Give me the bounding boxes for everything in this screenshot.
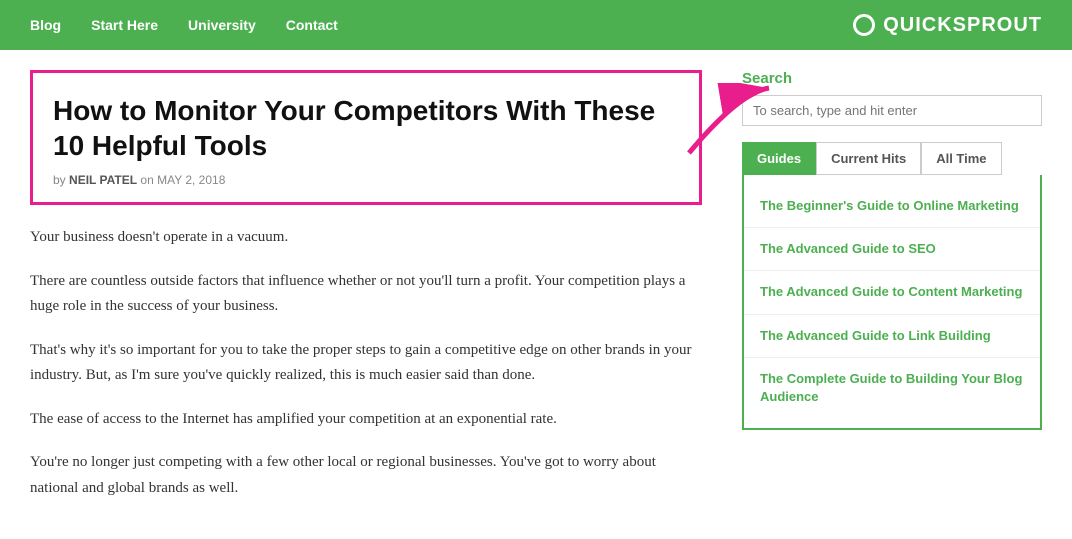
nav-contact[interactable]: Contact: [286, 17, 338, 33]
guide-item-2: The Advanced Guide to SEO: [744, 228, 1040, 271]
guide-link-4[interactable]: The Advanced Guide to Link Building: [760, 328, 991, 343]
meta-author: NEIL PATEL: [69, 173, 137, 187]
search-label: Search: [742, 70, 1042, 87]
article-meta: by NEIL PATEL on MAY 2, 2018: [53, 173, 679, 187]
search-input[interactable]: [742, 95, 1042, 126]
guide-link-5[interactable]: The Complete Guide to Building Your Blog…: [760, 371, 1022, 404]
article-p4: The ease of access to the Internet has a…: [30, 407, 702, 433]
main-content: How to Monitor Your Competitors With The…: [30, 70, 702, 519]
guides-list: The Beginner's Guide to Online Marketing…: [742, 175, 1042, 430]
navbar: Blog Start Here University Contact QUICK…: [0, 0, 1072, 50]
article-title-box: How to Monitor Your Competitors With The…: [30, 70, 702, 205]
meta-date: MAY 2, 2018: [157, 173, 225, 187]
nav-start-here[interactable]: Start Here: [91, 17, 158, 33]
guide-item-1: The Beginner's Guide to Online Marketing: [744, 185, 1040, 228]
nav-blog[interactable]: Blog: [30, 17, 61, 33]
guide-item-4: The Advanced Guide to Link Building: [744, 315, 1040, 358]
guide-link-2[interactable]: The Advanced Guide to SEO: [760, 241, 936, 256]
article-p5: You're no longer just competing with a f…: [30, 450, 702, 501]
nav-university[interactable]: University: [188, 17, 256, 33]
guide-item-5: The Complete Guide to Building Your Blog…: [744, 358, 1040, 418]
meta-by: by: [53, 173, 66, 187]
article-p2: There are countless outside factors that…: [30, 269, 702, 320]
article-body: Your business doesn't operate in a vacuu…: [30, 225, 702, 501]
brand-name: QUICKSPROUT: [883, 14, 1042, 37]
tab-guides[interactable]: Guides: [742, 142, 816, 175]
site-brand[interactable]: QUICKSPROUT: [853, 14, 1042, 37]
guide-link-1[interactable]: The Beginner's Guide to Online Marketing: [760, 198, 1019, 213]
tab-all-time[interactable]: All Time: [921, 142, 1001, 175]
tab-current-hits[interactable]: Current Hits: [816, 142, 921, 175]
nav-links: Blog Start Here University Contact: [30, 17, 338, 33]
sidebar: Search Guides Current Hits All Time The …: [742, 70, 1042, 519]
tabs-container: Guides Current Hits All Time: [742, 142, 1042, 175]
article-p3: That's why it's so important for you to …: [30, 338, 702, 389]
guide-link-3[interactable]: The Advanced Guide to Content Marketing: [760, 284, 1022, 299]
meta-on-text: on: [140, 173, 153, 187]
page-wrapper: How to Monitor Your Competitors With The…: [0, 50, 1072, 539]
brand-icon: [853, 14, 875, 36]
guide-item-3: The Advanced Guide to Content Marketing: [744, 271, 1040, 314]
article-title: How to Monitor Your Competitors With The…: [53, 93, 679, 163]
article-p1: Your business doesn't operate in a vacuu…: [30, 225, 702, 251]
